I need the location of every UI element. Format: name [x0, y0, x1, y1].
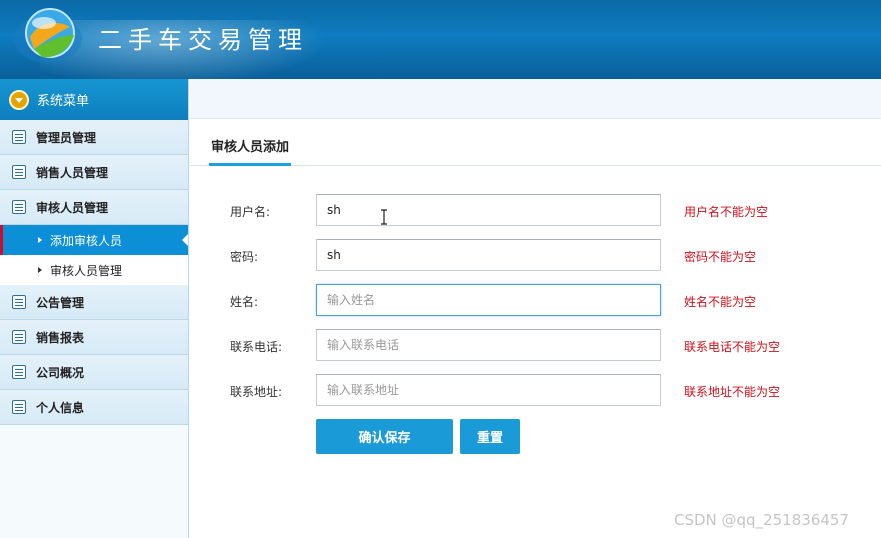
phone-label: 联系电话: [230, 340, 283, 354]
list-icon [12, 330, 26, 344]
sidebar-item-label: 销售人员管理 [36, 165, 109, 180]
content-topbar [190, 79, 881, 119]
sidebar-subitem-label: 添加审核人员 [50, 233, 123, 248]
list-icon [12, 295, 26, 309]
username-input[interactable] [316, 194, 661, 226]
sidebar-subitem-manage-reviewers[interactable]: 审核人员管理 [0, 255, 188, 285]
caret-right-icon [38, 267, 42, 273]
sidebar-title: 系统菜单 [37, 94, 90, 109]
sidebar-item-admin[interactable]: 管理员管理 [0, 120, 188, 155]
sidebar-item-label: 公告管理 [36, 295, 85, 310]
sidebar-item-announcements[interactable]: 公告管理 [0, 285, 188, 320]
sidebar: 系统菜单 管理员管理 销售人员管理 审核人员管理 添加审核人员 审核人员管理 公… [0, 79, 189, 538]
app-header: 二手车交易管理 [0, 0, 881, 79]
app-title: 二手车交易管理 [98, 26, 308, 54]
password-label: 密码: [230, 250, 259, 264]
username-label: 用户名: [230, 205, 271, 219]
username-error: 用户名不能为空 [684, 205, 769, 219]
sidebar-item-label: 公司概况 [36, 365, 85, 380]
sidebar-header[interactable]: 系统菜单 [0, 79, 188, 120]
sidebar-item-sales-staff[interactable]: 销售人员管理 [0, 155, 188, 190]
phone-input[interactable] [316, 329, 661, 361]
tab-add-reviewer[interactable]: 审核人员添加 [209, 130, 292, 166]
tab-bar: 审核人员添加 [190, 130, 881, 166]
sidebar-item-label: 管理员管理 [36, 130, 97, 145]
sidebar-item-label: 审核人员管理 [36, 200, 109, 215]
sidebar-subitem-add-reviewer[interactable]: 添加审核人员 [0, 225, 188, 255]
name-error: 姓名不能为空 [684, 295, 757, 309]
list-icon [12, 400, 26, 414]
list-icon [12, 130, 26, 144]
address-error: 联系地址不能为空 [684, 385, 781, 399]
name-label: 姓名: [230, 295, 259, 309]
list-icon [12, 200, 26, 214]
collapse-arrow-icon [9, 89, 29, 110]
sidebar-item-company-overview[interactable]: 公司概况 [0, 355, 188, 390]
reset-button[interactable]: 重置 [460, 419, 520, 454]
save-button[interactable]: 确认保存 [316, 419, 453, 454]
address-label: 联系地址: [230, 385, 283, 399]
phone-error: 联系电话不能为空 [684, 340, 781, 354]
globe-logo-icon [14, 8, 82, 63]
caret-right-icon [38, 237, 42, 243]
address-input[interactable] [316, 374, 661, 406]
watermark: CSDN @qq_251836457 [674, 511, 849, 529]
sidebar-item-sales-report[interactable]: 销售报表 [0, 320, 188, 355]
list-icon [12, 365, 26, 379]
name-input[interactable] [316, 284, 661, 316]
sidebar-item-label: 销售报表 [36, 330, 85, 345]
text-cursor-icon [381, 209, 387, 225]
sidebar-item-label: 个人信息 [36, 400, 85, 415]
sidebar-item-personal-info[interactable]: 个人信息 [0, 390, 188, 425]
sidebar-item-reviewers[interactable]: 审核人员管理 [0, 190, 188, 225]
password-error: 密码不能为空 [684, 250, 757, 264]
sidebar-subitem-label: 审核人员管理 [50, 263, 123, 278]
password-input[interactable] [316, 239, 661, 271]
list-icon [12, 165, 26, 179]
